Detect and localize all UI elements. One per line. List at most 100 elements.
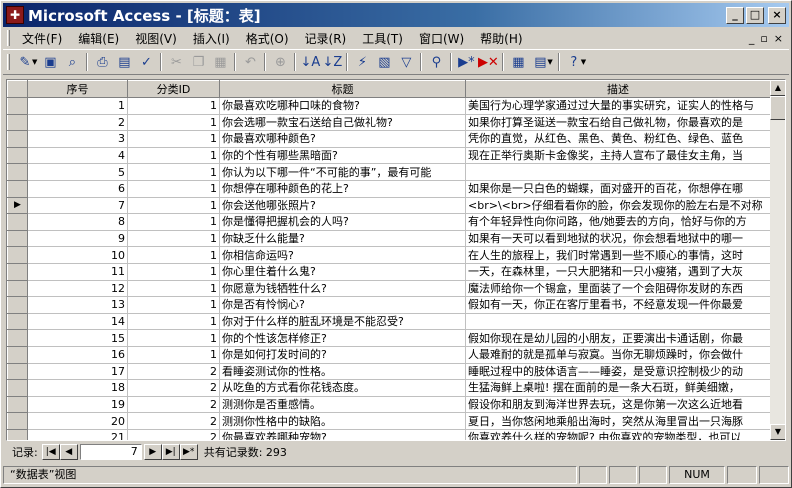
row-selector[interactable] xyxy=(7,230,28,248)
cell-id[interactable]: 14 xyxy=(27,313,128,331)
table-row[interactable]: 13 1 你是否有怜悯心? 假如有一天，你正在客厅里看书，不经意发现一件你最爱 xyxy=(7,296,771,314)
previous-record-button[interactable]: ◀ xyxy=(59,444,78,460)
view-dropdown-arrow-icon[interactable]: ▼ xyxy=(32,58,37,66)
new-record-button[interactable]: ▶* xyxy=(179,444,198,460)
hyperlink-icon[interactable]: ⊕ xyxy=(269,51,291,73)
menu-item-4[interactable]: 格式(O) xyxy=(238,30,297,47)
row-selector[interactable] xyxy=(7,396,28,414)
cell-title[interactable]: 你最喜欢哪种颜色? xyxy=(219,130,466,148)
next-record-button[interactable]: ▶ xyxy=(143,444,162,460)
column-header-category[interactable]: 分类ID xyxy=(127,80,220,98)
table-row[interactable]: 17 2 看睡姿测试你的性格。 睡眠过程中的肢体语言——睡姿，是受意识控制极少的动 xyxy=(7,363,771,381)
database-window-icon[interactable]: ▦ xyxy=(507,51,529,73)
cell-title[interactable]: 你对于什么样的脏乱环境是不能忍受? xyxy=(219,313,466,331)
cell-title[interactable]: 从吃鱼的方式看你花钱态度。 xyxy=(219,379,466,397)
cell-category[interactable]: 1 xyxy=(127,147,220,165)
close-button[interactable]: × xyxy=(768,6,786,24)
cell-id[interactable]: 5 xyxy=(27,163,128,181)
cell-id[interactable]: 11 xyxy=(27,263,128,281)
cell-category[interactable]: 2 xyxy=(127,412,220,430)
select-all-corner[interactable] xyxy=(7,80,28,98)
row-selector[interactable] xyxy=(7,429,28,440)
cell-category[interactable]: 2 xyxy=(127,363,220,381)
column-header-description[interactable]: 描述 xyxy=(465,80,771,98)
cell-description[interactable]: <br>\<br>仔细看看你的脸，你会发现你的脸左右是不对称 xyxy=(465,197,771,215)
row-selector[interactable] xyxy=(7,114,28,132)
table-row[interactable]: 4 1 你的个性有哪些黑暗面? 现在正举行奥斯卡金像奖，主持人宣布了最佳女主角，当 xyxy=(7,147,771,165)
row-selector[interactable] xyxy=(7,130,28,148)
doc-minimize-button[interactable]: _ xyxy=(749,32,755,45)
cell-category[interactable]: 2 xyxy=(127,379,220,397)
cut-icon[interactable]: ✂ xyxy=(165,51,187,73)
table-row[interactable]: 2 1 你会选哪一款宝石送给自己做礼物? 如果你打算圣诞送一款宝石给自己做礼物，你最喜… xyxy=(7,114,771,132)
save-icon[interactable]: ▣ xyxy=(39,51,61,73)
row-selector[interactable] xyxy=(7,346,28,364)
cell-description[interactable]: 假设你和朋友到海洋世界去玩，这是你第一次这么近地看 xyxy=(465,396,771,414)
cell-id[interactable]: 9 xyxy=(27,230,128,248)
cell-title[interactable]: 你会选哪一款宝石送给自己做礼物? xyxy=(219,114,466,132)
cell-id[interactable]: 13 xyxy=(27,296,128,314)
cell-category[interactable]: 1 xyxy=(127,230,220,248)
filter-by-selection-icon[interactable]: ⚡ xyxy=(351,51,373,73)
cell-category[interactable]: 1 xyxy=(127,97,220,115)
cell-description[interactable]: 生猛海鲜上桌啦! 摆在面前的是一条大石斑，鲜美细嫩， xyxy=(465,379,771,397)
cell-description[interactable]: 在人生的旅程上，我们时常遇到一些不顺心的事情，这时 xyxy=(465,246,771,264)
cell-category[interactable]: 1 xyxy=(127,180,220,198)
cell-description[interactable]: 有个年轻异性向你问路，他/她要去的方向，恰好与你的方 xyxy=(465,213,771,231)
cell-id[interactable]: 8 xyxy=(27,213,128,231)
cell-id[interactable]: 2 xyxy=(27,114,128,132)
cell-title[interactable]: 你心里住着什么鬼? xyxy=(219,263,466,281)
table-row[interactable]: 9 1 你缺乏什么能量? 如果有一天可以看到地狱的状况，你会想看地狱中的哪一 xyxy=(7,230,771,248)
menu-item-1[interactable]: 编辑(E) xyxy=(70,30,127,47)
table-row[interactable]: 19 2 测测你是否重感情。 假设你和朋友到海洋世界去玩，这是你第一次这么近地看 xyxy=(7,396,771,414)
cell-description[interactable]: 假如你现在是幼儿园的小朋友，正要演出卡通话剧，你最 xyxy=(465,329,771,347)
menu-item-3[interactable]: 插入(I) xyxy=(185,30,238,47)
undo-icon[interactable]: ↶ xyxy=(239,51,261,73)
table-row[interactable]: 14 1 你对于什么样的脏乱环境是不能忍受? xyxy=(7,313,771,331)
cell-description[interactable] xyxy=(465,313,771,331)
table-row[interactable]: 1 1 你最喜欢吃哪种口味的食物? 美国行为心理学家通过过大量的事实研究，证实人的性格… xyxy=(7,97,771,115)
row-selector[interactable] xyxy=(7,280,28,298)
new-object-dropdown-arrow-icon[interactable]: ▼ xyxy=(547,58,552,66)
access-app-icon[interactable]: ✚ xyxy=(6,6,24,24)
menu-grip[interactable] xyxy=(7,30,10,46)
column-header-title[interactable]: 标题 xyxy=(219,80,466,98)
cell-category[interactable]: 1 xyxy=(127,197,220,215)
cell-title[interactable]: 你最喜欢养哪种宠物? xyxy=(219,429,466,440)
toolbar-grip[interactable] xyxy=(7,54,10,70)
first-record-button[interactable]: |◀ xyxy=(41,444,60,460)
cell-title[interactable]: 你会送他哪张照片? xyxy=(219,197,466,215)
search-icon[interactable]: ⌕ xyxy=(61,51,83,73)
copy-icon[interactable]: ❐ xyxy=(187,51,209,73)
vertical-scrollbar[interactable]: ▲ ▼ xyxy=(770,80,785,440)
row-selector[interactable] xyxy=(7,296,28,314)
cell-title[interactable]: 测测你性格中的缺陷。 xyxy=(219,412,466,430)
scroll-down-arrow-icon[interactable]: ▼ xyxy=(770,424,785,440)
filter-by-form-icon[interactable]: ▧ xyxy=(373,51,395,73)
cell-title[interactable]: 你想停在哪种颜色的花上? xyxy=(219,180,466,198)
cell-id[interactable]: 3 xyxy=(27,130,128,148)
menu-item-7[interactable]: 窗口(W) xyxy=(411,30,472,47)
cell-id[interactable]: 12 xyxy=(27,280,128,298)
cell-category[interactable]: 1 xyxy=(127,130,220,148)
cell-title[interactable]: 你相信命运吗? xyxy=(219,246,466,264)
table-row[interactable]: 5 1 你认为以下哪一件“不可能的事”，最有可能 xyxy=(7,163,771,181)
cell-id[interactable]: 15 xyxy=(27,329,128,347)
row-selector[interactable] xyxy=(7,363,28,381)
row-selector[interactable] xyxy=(7,213,28,231)
cell-description[interactable]: 魔法师给你一个锡盒，里面装了一个会阻碍你发财的东西 xyxy=(465,280,771,298)
cell-id[interactable]: 7 xyxy=(27,197,128,215)
row-selector[interactable] xyxy=(7,246,28,264)
cell-title[interactable]: 看睡姿测试你的性格。 xyxy=(219,363,466,381)
cell-category[interactable]: 1 xyxy=(127,346,220,364)
sort-ascending-icon[interactable]: ↓A xyxy=(299,51,321,73)
cell-description[interactable]: 美国行为心理学家通过过大量的事实研究，证实人的性格与 xyxy=(465,97,771,115)
cell-id[interactable]: 17 xyxy=(27,363,128,381)
row-selector[interactable] xyxy=(7,313,28,331)
cell-description[interactable]: 如果你是一只白色的蝴蝶，面对盛开的百花，你想停在哪 xyxy=(465,180,771,198)
cell-title[interactable]: 你的个性该怎样修正? xyxy=(219,329,466,347)
last-record-button[interactable]: ▶| xyxy=(161,444,180,460)
row-selector[interactable] xyxy=(7,163,28,181)
cell-title[interactable]: 你最喜欢吃哪种口味的食物? xyxy=(219,97,466,115)
cell-title[interactable]: 你是如何打发时间的? xyxy=(219,346,466,364)
